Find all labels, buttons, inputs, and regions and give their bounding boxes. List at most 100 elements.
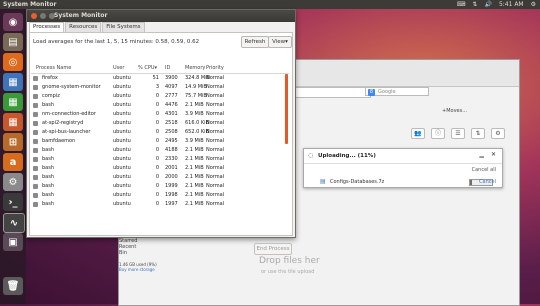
workspace-switcher-icon[interactable]: ▣ [3,233,23,251]
table-row[interactable]: compiz ubuntu 0 2777 75.7 MiB Normal [31,92,289,101]
drop-zone-title: Drop files her [259,256,320,266]
libreoffice-impress-icon[interactable]: ▦ [3,113,23,131]
col-cpu-label: % CPU [138,65,155,71]
cancel-all-link[interactable]: Cancel all [472,167,496,173]
dash-icon[interactable]: ◉ [3,13,23,31]
table-cell: 2495 [165,138,178,144]
table-row[interactable]: bamfdaemon ubuntu 0 2495 3.9 MiB Normal [31,137,289,146]
close-window-button[interactable] [31,13,37,19]
table-row[interactable]: at-spi-bus-launcher ubuntu 0 2508 652.0 KiB N… [31,128,289,137]
table-cell: 0 [155,129,159,135]
amazon-icon[interactable]: a [3,153,23,171]
sort-icon[interactable]: ⇅ [471,128,485,139]
window-title: System Monitor [54,12,108,19]
table-cell: 0 [155,138,159,144]
window-titlebar[interactable]: System Monitor [27,10,295,22]
tab-file-systems[interactable]: File Systems [102,22,145,32]
table-row[interactable]: bash ubuntu 0 2001 2.1 MiB Normal [31,164,289,173]
table-row[interactable]: gnome-system-monitor ubuntu 3 4097 14.9 MiB N… [31,83,289,92]
terminal-icon[interactable]: ›_ [3,193,23,211]
col-memory[interactable]: Memory [185,65,205,71]
upload-file-name: Configs-Databases.7z [330,179,385,185]
top-panel: System Monitor ⌨ ⇅ 🔊 5:41 AM ⚙ [0,0,540,9]
settings-icon[interactable]: ⚙ [491,128,505,139]
info-icon[interactable]: ⓘ [431,128,445,139]
process-icon [33,202,38,207]
col-user[interactable]: User [113,65,124,71]
power-icon[interactable]: ⚙ [531,1,536,8]
keyboard-icon[interactable]: ⌨ [457,1,466,8]
people-icon[interactable]: 👥 [411,128,425,139]
table-row[interactable]: bash ubuntu 0 1998 2.1 MiB Normal [31,191,289,200]
table-cell: 2777 [165,93,178,99]
table-row[interactable]: bash ubuntu 0 1999 2.1 MiB Normal [31,182,289,191]
minimize-window-button[interactable] [40,13,46,19]
files-icon[interactable]: ▤ [3,33,23,51]
table-cell: ubuntu [113,147,131,153]
network-icon[interactable]: ⇅ [472,1,477,8]
table-cell: ubuntu [113,84,131,90]
table-row[interactable]: nm-connection-editor ubuntu 0 4301 3.9 MiB No… [31,110,289,119]
col-cpu[interactable]: % CPU▾ [138,65,157,71]
table-cell: Normal [206,120,225,126]
table-cell: nm-connection-editor [42,111,96,117]
table-cell: bash [42,183,55,189]
table-cell: ubuntu [113,192,131,198]
table-row[interactable]: bash ubuntu 0 2000 2.1 MiB Normal [31,173,289,182]
table-row[interactable]: firefox ubuntu 51 3900 324.8 MiB Normal [31,74,289,83]
scrollbar[interactable] [285,74,288,144]
tab-processes[interactable]: Processes [29,22,65,32]
col-id[interactable]: ID [165,65,170,71]
libreoffice-calc-icon[interactable]: ▦ [3,93,23,111]
end-process-button[interactable]: End Process [254,243,292,255]
cancel-upload-link[interactable]: Cancel [479,179,496,185]
table-row[interactable]: bash ubuntu 0 4476 2.1 MiB Normal [31,101,289,110]
process-icon [33,157,38,162]
sidebar-item-bin[interactable]: Bin [119,250,201,256]
refresh-button[interactable]: Refresh [241,36,269,48]
volume-icon[interactable]: 🔊 [484,1,491,8]
moves-link[interactable]: +Moves... [442,108,467,114]
minimize-icon[interactable]: ▁ [479,151,484,158]
table-row[interactable]: at-spi2-registryd ubuntu 0 2518 616.0 KiB Nor… [31,119,289,128]
trash-icon[interactable]: 🗑 [3,277,23,295]
process-icon [33,139,38,144]
table-cell: 2.1 MiB [185,156,204,162]
table-row[interactable]: bash ubuntu 0 4188 2.1 MiB Normal [31,146,289,155]
table-cell: 2001 [165,165,178,171]
libreoffice-writer-icon[interactable]: ▦ [3,73,23,91]
table-cell: Normal [206,201,225,207]
table-cell: compiz [42,93,60,99]
view-label: View [272,39,286,45]
clock[interactable]: 5:41 AM [499,1,524,8]
process-table[interactable]: Process Name User % CPU▾ ID Memory Prior… [31,64,289,208]
system-monitor-icon[interactable]: ∿ [3,213,25,233]
table-cell: Normal [206,156,225,162]
firefox-icon[interactable]: ◎ [3,53,23,71]
view-menu-button[interactable]: View▾ [268,36,292,48]
close-icon[interactable]: ✕ [491,151,496,158]
search-input[interactable]: 8 Google [365,87,429,96]
table-cell: 2.1 MiB [185,201,204,207]
list-view-icon[interactable]: ☰ [451,128,465,139]
col-priority[interactable]: Priority [206,65,224,71]
software-center-icon[interactable]: ⊞ [3,133,23,151]
table-cell: 0 [155,165,159,171]
table-cell: ubuntu [113,201,131,207]
table-cell: Normal [206,165,225,171]
table-cell: 2518 [165,120,178,126]
table-row[interactable]: bash ubuntu 0 2330 2.1 MiB Normal [31,155,289,164]
table-cell: Normal [206,84,225,90]
buy-storage-link[interactable]: Buy more storage [119,267,201,272]
table-cell: ubuntu [113,165,131,171]
table-cell: 2000 [165,174,178,180]
table-cell: 4097 [165,84,178,90]
table-cell: bash [42,156,55,162]
tab-resources[interactable]: Resources [65,22,102,32]
table-cell: 4301 [165,111,178,117]
col-process-name[interactable]: Process Name [36,65,71,71]
table-row[interactable]: bash ubuntu 0 1997 2.1 MiB Normal [31,200,289,208]
process-icon [33,175,38,180]
window-controls [31,13,55,19]
system-settings-icon[interactable]: ⚙ [3,173,23,191]
